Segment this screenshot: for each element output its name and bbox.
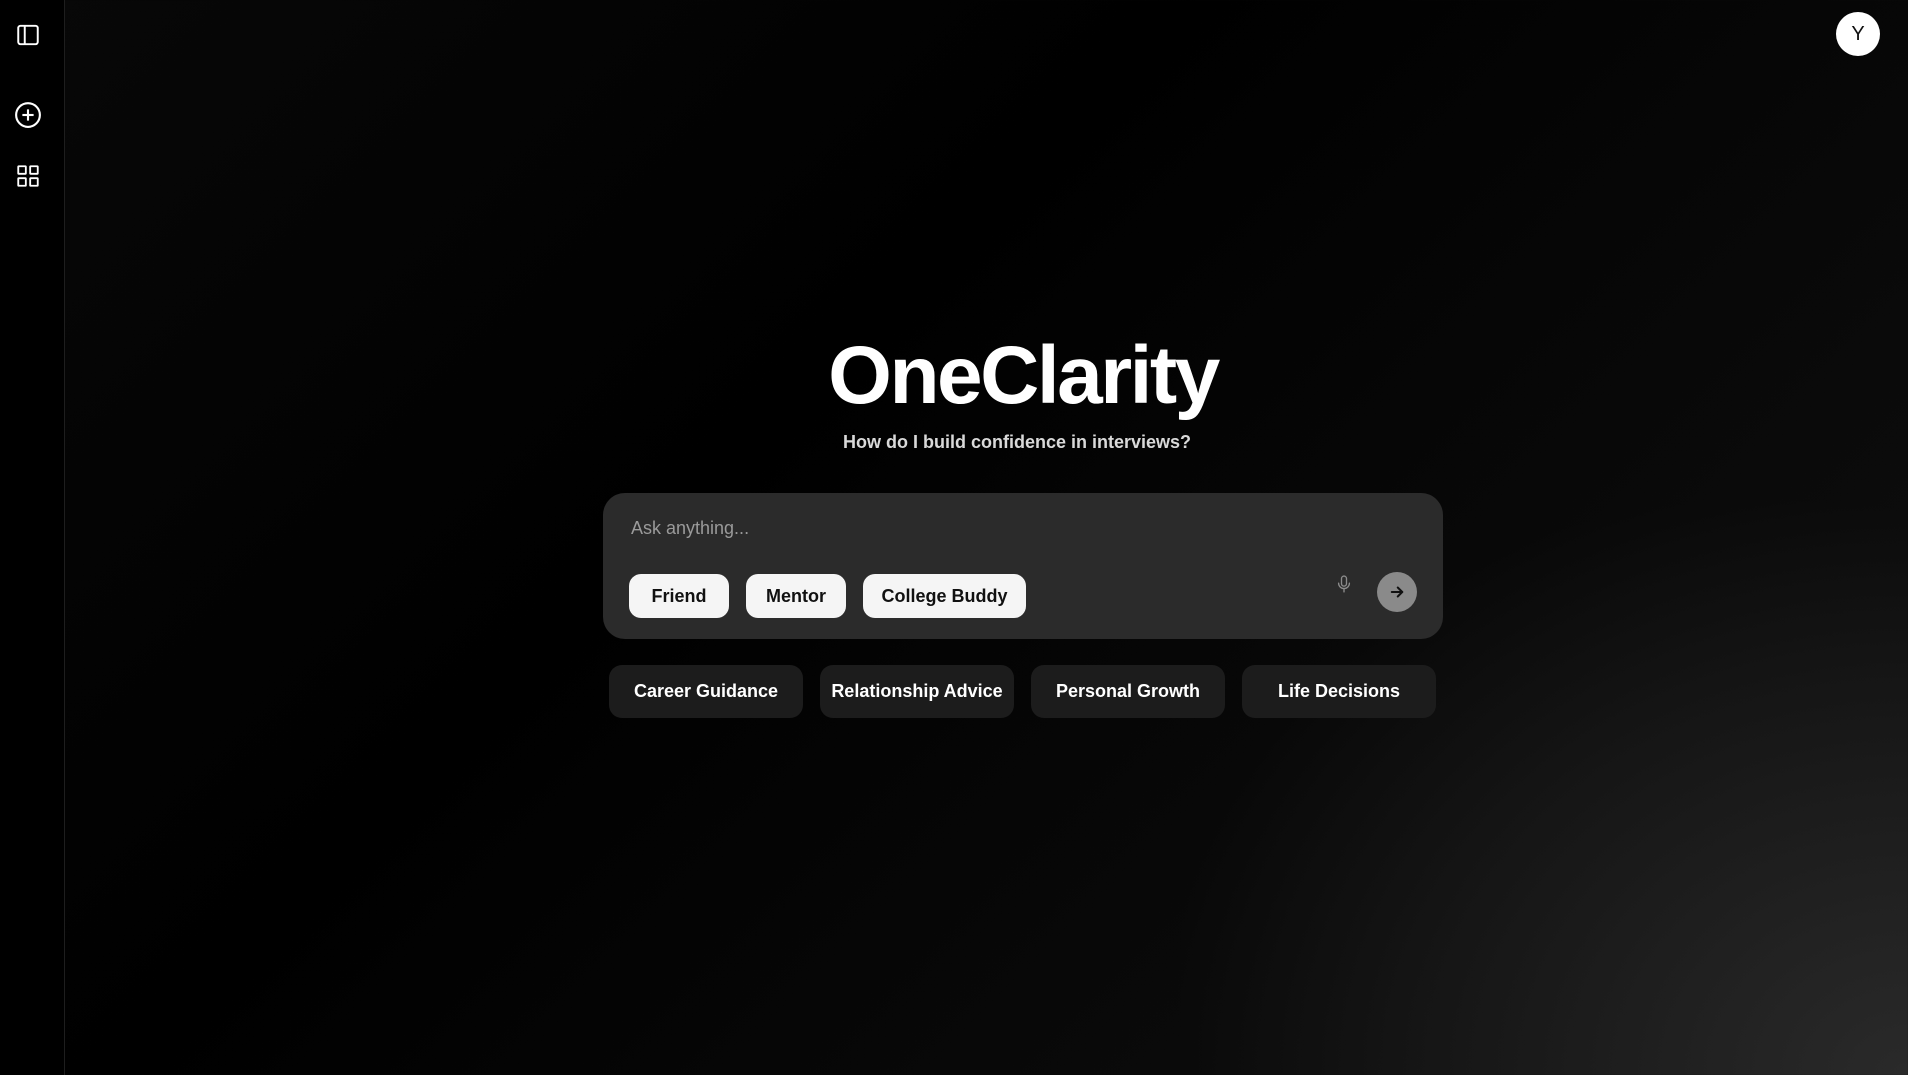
topic-career-guidance-button[interactable]: Career Guidance <box>609 665 803 718</box>
new-chat-button[interactable] <box>12 99 44 131</box>
send-button[interactable] <box>1377 572 1417 612</box>
persona-mentor-button[interactable]: Mentor <box>746 574 846 618</box>
arrow-right-icon <box>1390 586 1404 598</box>
persona-friend-button[interactable]: Friend <box>629 574 729 618</box>
voice-input-button[interactable] <box>1329 569 1359 599</box>
user-avatar[interactable]: Y <box>1836 12 1880 56</box>
microphone-icon <box>1337 575 1351 593</box>
ask-input[interactable] <box>629 513 1333 543</box>
topic-suggestions: Career Guidance Relationship Advice Pers… <box>609 665 1436 718</box>
persona-selector: Friend Mentor College Buddy <box>629 574 1026 618</box>
sidebar <box>0 0 65 1075</box>
plus-circle-icon <box>15 102 41 128</box>
sidebar-toggle-icon <box>17 24 39 46</box>
chat-composer: Friend Mentor College Buddy <box>603 493 1443 639</box>
topic-personal-growth-button[interactable]: Personal Growth <box>1031 665 1225 718</box>
apps-grid-button[interactable] <box>12 160 44 192</box>
topic-relationship-advice-button[interactable]: Relationship Advice <box>820 665 1014 718</box>
prompt-suggestion-text: How do I build confidence in interviews? <box>842 432 1192 452</box>
app-title: OneClarity <box>828 330 1220 421</box>
persona-college-buddy-button[interactable]: College Buddy <box>863 574 1026 618</box>
sidebar-toggle-button[interactable] <box>12 19 44 51</box>
topic-life-decisions-button[interactable]: Life Decisions <box>1242 665 1436 718</box>
grid-icon <box>17 165 39 187</box>
